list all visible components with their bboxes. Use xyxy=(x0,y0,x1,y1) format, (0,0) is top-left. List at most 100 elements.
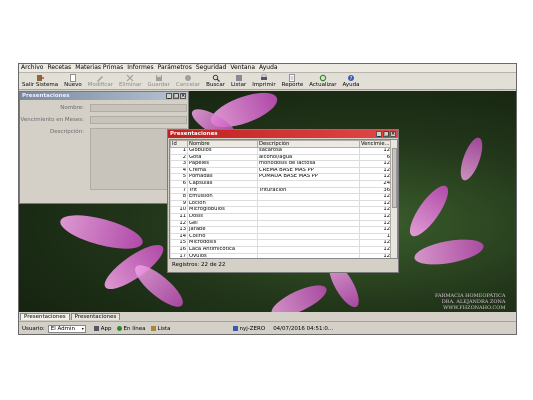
close-icon[interactable]: × xyxy=(180,93,186,99)
cell-vencimiento: 24 xyxy=(359,179,392,188)
print-button[interactable]: Imprimir xyxy=(252,73,276,89)
cell-nombre: Gel xyxy=(187,219,258,228)
minimize-icon[interactable]: _ xyxy=(376,131,382,137)
table-row[interactable]: 8 Emulsión 12 xyxy=(170,193,392,201)
data-table: Id Nombre Descripción Vencimie... 1 Glóbu… xyxy=(170,140,392,258)
table-row[interactable]: 4 Crema CREMA BASE MAS PP 12 xyxy=(170,166,392,175)
delete-button[interactable]: Eliminar xyxy=(119,73,142,89)
table-row[interactable]: 13 Jarabe 12 xyxy=(170,226,392,234)
cell-descripcion: CREMA BASE MAS PP xyxy=(257,166,360,175)
form-window-titlebar[interactable]: Presentaciones _ □ × xyxy=(20,92,188,100)
vertical-scrollbar[interactable] xyxy=(390,140,397,258)
vencimiento-label: Vencimiento en Meses: xyxy=(20,117,85,123)
list-button[interactable]: Listar xyxy=(231,73,246,89)
cell-id: 2 xyxy=(170,153,188,162)
cancel-button[interactable]: Cancelar xyxy=(176,73,200,89)
table-row[interactable]: 10 Microglóbulos 12 xyxy=(170,206,392,214)
table-row[interactable]: 17 Óvulos 12 xyxy=(170,252,392,258)
refresh-button[interactable]: Actualizar xyxy=(309,73,337,89)
table-body: 1 Glóbulos sacarosa 12 2 Gota alcohol/agua 6 3 Pa… xyxy=(170,147,392,258)
scrollbar-thumb[interactable] xyxy=(392,148,397,208)
search-button[interactable]: Buscar xyxy=(206,73,225,89)
help-button-label: Ayuda xyxy=(342,82,360,88)
exit-button[interactable]: Salir Sistema xyxy=(22,73,58,89)
minimize-icon[interactable]: _ xyxy=(166,93,172,99)
field-row-descripcion: Descripción: xyxy=(20,128,188,192)
cell-vencimiento: 12 xyxy=(359,147,392,155)
table-row[interactable]: 9 Loción 12 xyxy=(170,199,392,208)
watermark-line: WWW.FHZONAHO.COM xyxy=(443,305,506,311)
menu-seguridad[interactable]: Seguridad xyxy=(196,64,227,72)
table-row[interactable]: 1 Glóbulos sacarosa 12 xyxy=(170,147,392,155)
online-indicator: En línea xyxy=(116,326,146,332)
cell-id: 3 xyxy=(170,160,188,168)
cell-id: 17 xyxy=(170,252,188,258)
flower-petal xyxy=(456,135,487,183)
menu-archivo[interactable]: Archivo xyxy=(21,64,43,72)
cell-id: 16 xyxy=(170,245,188,254)
list-button-label: Listar xyxy=(230,82,247,88)
flower-petal xyxy=(412,235,486,269)
cell-id: 14 xyxy=(170,232,188,241)
window-tab-bar: Presentaciones Presentaciones xyxy=(19,312,516,320)
presentaciones-table: Id Nombre Descripción Vencimie... 1 Glóbu… xyxy=(169,139,398,259)
cell-descripcion xyxy=(257,199,360,208)
edit-button-label: Modificar xyxy=(87,82,113,88)
close-icon[interactable]: × xyxy=(390,131,396,137)
print-button-label: Imprimir xyxy=(252,82,276,88)
table-row[interactable]: 16 Laca Antimicotica 12 xyxy=(170,245,392,254)
cell-descripcion: sacarosa xyxy=(257,147,360,155)
cell-descripcion xyxy=(257,245,360,254)
column-header-vencimiento[interactable]: Vencimie... xyxy=(359,140,392,148)
cell-vencimiento: 12 xyxy=(359,226,392,234)
app-icon xyxy=(93,326,99,331)
table-row[interactable]: 15 Microdosis 12 xyxy=(170,239,392,247)
menu-ayuda[interactable]: Ayuda xyxy=(259,64,278,72)
help-icon: ? xyxy=(347,74,356,82)
menu-bar: Archivo Recetas Materias Primas Informes… xyxy=(19,64,516,73)
toolbar: Salir Sistema Nuevo Modificar Eliminar G… xyxy=(19,73,516,90)
cell-nombre: Papeles xyxy=(187,160,258,168)
cell-descripcion: Trituración xyxy=(257,186,360,195)
cell-nombre: Microglóbulos xyxy=(187,206,258,214)
menu-materias-primas[interactable]: Materias Primas xyxy=(75,64,123,72)
vencimiento-input[interactable] xyxy=(90,116,187,124)
user-select[interactable]: El Admin ▾ xyxy=(47,324,86,333)
table-row[interactable]: 5 Pomadas POMADA BASE MAS PP 12 xyxy=(170,173,392,181)
cell-descripcion xyxy=(257,232,360,241)
help-button[interactable]: ? Ayuda xyxy=(343,73,360,89)
menu-recetas[interactable]: Recetas xyxy=(47,64,71,72)
edit-button[interactable]: Modificar xyxy=(88,73,113,89)
maximize-icon[interactable]: □ xyxy=(383,131,389,137)
online-icon xyxy=(116,326,122,331)
menu-informes[interactable]: Informes xyxy=(127,64,153,72)
cell-nombre: Crema xyxy=(187,166,258,175)
save-button[interactable]: Guardar xyxy=(148,73,170,89)
table-row[interactable]: 12 Gel 12 xyxy=(170,219,392,228)
cell-vencimiento: 12 xyxy=(359,173,392,181)
cell-id: 6 xyxy=(170,179,188,188)
cell-nombre: Colirio xyxy=(187,232,258,241)
new-button[interactable]: Nuevo xyxy=(64,73,82,89)
table-row[interactable]: 14 Colirio 1 xyxy=(170,232,392,241)
table-row[interactable]: 11 Dosis 12 xyxy=(170,212,392,221)
datetime-text: 04/07/2016 04:51:0... xyxy=(273,325,334,332)
table-row[interactable]: 6 Cápsulas 24 xyxy=(170,179,392,188)
nombre-input[interactable] xyxy=(90,104,187,112)
table-row[interactable]: 3 Papeles monodosis de lactosa 12 xyxy=(170,160,392,168)
tab-presentaciones-list[interactable]: Presentaciones xyxy=(70,313,121,320)
column-header-nombre[interactable]: Nombre xyxy=(187,140,258,148)
cell-nombre: Gota xyxy=(187,153,258,162)
column-header-descripcion[interactable]: Descripción xyxy=(257,140,360,148)
table-row[interactable]: 2 Gota alcohol/agua 6 xyxy=(170,153,392,162)
report-button[interactable]: Reporte xyxy=(282,73,303,89)
menu-ventana[interactable]: Ventana xyxy=(230,64,255,72)
records-count: Registros: 22 de 22 xyxy=(172,262,226,268)
tab-presentaciones-form[interactable]: Presentaciones xyxy=(20,313,70,320)
refresh-icon xyxy=(318,74,327,82)
list-window-titlebar[interactable]: Presentaciones _ □ × xyxy=(168,130,398,138)
column-header-id[interactable]: Id xyxy=(170,140,188,148)
menu-parametros[interactable]: Parámetros xyxy=(158,64,192,72)
table-row[interactable]: 7 Trit Trituración 36 xyxy=(170,186,392,195)
maximize-icon[interactable]: □ xyxy=(173,93,179,99)
